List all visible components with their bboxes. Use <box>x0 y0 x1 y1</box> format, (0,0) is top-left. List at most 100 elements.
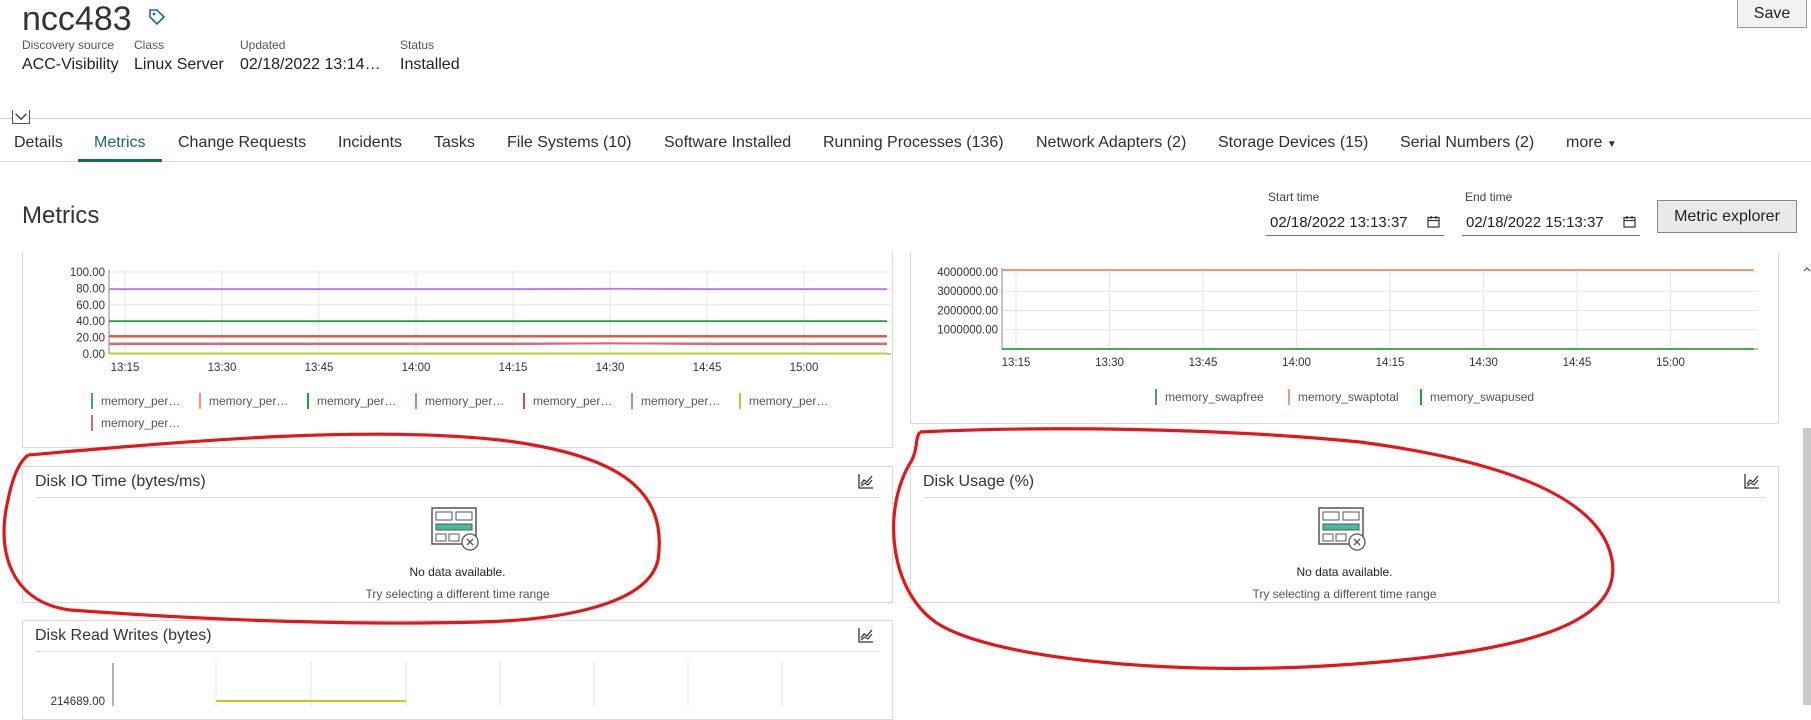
legend-item[interactable]: memory_swapused <box>1420 390 1534 404</box>
caret-down-icon: ▼ <box>1607 139 1617 150</box>
end-time-label: End time <box>1465 190 1512 204</box>
memory-swap-chart: 13:1513:3013:4514:0014:1514:3014:4515:00… <box>911 252 1780 377</box>
legend-swatch <box>523 393 525 409</box>
legend-swatch <box>1420 389 1422 405</box>
no-data-message: No data available. <box>23 565 892 579</box>
tab-change-requests[interactable]: Change Requests <box>178 134 306 152</box>
tab-storage-devices[interactable]: Storage Devices (15) <box>1218 134 1368 152</box>
x-tick-label: 14:45 <box>693 362 722 374</box>
end-time-input[interactable]: 02/18/2022 15:13:37 <box>1462 206 1640 236</box>
chart-type-icon[interactable] <box>858 627 874 643</box>
tag-icon[interactable] <box>148 8 166 26</box>
legend-item[interactable]: memory_per… <box>91 416 180 430</box>
tab-more[interactable]: more ▼ <box>1566 134 1617 152</box>
legend-item[interactable]: memory_per… <box>523 394 612 408</box>
card-title: Disk Usage (%) <box>923 473 1034 491</box>
save-button[interactable]: Save <box>1737 0 1807 28</box>
chart-type-icon[interactable] <box>858 473 874 489</box>
legend-label: memory_per… <box>425 394 504 408</box>
x-tick-label: 14:15 <box>499 362 528 374</box>
legend-swatch <box>631 393 633 409</box>
y-tick-label: 0.00 <box>83 349 105 361</box>
x-tick-label: 15:00 <box>1656 357 1685 369</box>
no-data-hint: Try selecting a different time range <box>911 587 1778 601</box>
calendar-icon[interactable] <box>1427 215 1440 228</box>
x-tick-label: 14:00 <box>402 362 431 374</box>
tab-serial-numbers[interactable]: Serial Numbers (2) <box>1400 134 1534 152</box>
card-title: Disk Read Writes (bytes) <box>35 627 212 645</box>
legend-item[interactable]: memory_per… <box>307 394 396 408</box>
y-tick-label: 2000000.00 <box>937 305 998 317</box>
tab-incidents[interactable]: Incidents <box>338 134 402 152</box>
tab-metrics[interactable]: Metrics <box>94 134 146 152</box>
status-value: Installed <box>400 56 460 74</box>
memory-swap-card: 13:1513:3013:4514:0014:1514:3014:4515:00… <box>910 252 1779 424</box>
calendar-icon[interactable] <box>1623 215 1636 228</box>
legend-item[interactable]: memory_swaptotal <box>1288 390 1399 404</box>
class-label: Class <box>134 38 164 52</box>
x-tick-label: 13:30 <box>208 362 237 374</box>
start-time-input[interactable]: 02/18/2022 13:13:37 <box>1266 206 1444 236</box>
legend-swatch <box>1288 389 1290 405</box>
scroll-thumb[interactable] <box>1803 428 1811 705</box>
legend-swatch <box>415 393 417 409</box>
tab-details[interactable]: Details <box>14 134 63 152</box>
tab-running-processes[interactable]: Running Processes (136) <box>823 134 1004 152</box>
y-tick-label: 100.00 <box>70 267 105 279</box>
card-divider <box>35 497 880 498</box>
metric-explorer-button[interactable]: Metric explorer <box>1657 200 1797 233</box>
disk-io-time-card: Disk IO Time (bytes/ms) No data availabl… <box>22 466 893 603</box>
x-tick-label: 14:30 <box>596 362 625 374</box>
legend-label: memory_per… <box>317 394 396 408</box>
header-divider <box>0 118 1811 119</box>
tab-network-adapters[interactable]: Network Adapters (2) <box>1036 134 1186 152</box>
legend-item[interactable]: memory_per… <box>631 394 720 408</box>
no-data-hint: Try selecting a different time range <box>23 587 892 601</box>
legend-swatch <box>91 415 93 431</box>
memory-percent-chart: 13:15 13:30 13:45 14:00 14:15 14:30 14:45 15:00… <box>23 252 894 377</box>
memory-percent-card: 13:15 13:30 13:45 14:00 14:15 14:30 14:45 15:00… <box>22 252 893 448</box>
legend-item[interactable]: memory_per… <box>91 394 180 408</box>
no-data-icon <box>431 507 479 551</box>
legend-item[interactable]: memory_per… <box>415 394 504 408</box>
x-tick-label: 13:45 <box>305 362 334 374</box>
x-tick-label: 14:45 <box>1563 357 1592 369</box>
y-tick-label: 20.00 <box>76 333 105 345</box>
active-tab-indicator <box>78 159 162 162</box>
legend-item[interactable]: memory_per… <box>199 394 288 408</box>
legend-swatch <box>91 393 93 409</box>
x-tick-label: 13:45 <box>1189 357 1218 369</box>
tab-file-systems[interactable]: File Systems (10) <box>507 134 631 152</box>
disk-read-writes-chart: 214689.00 <box>23 661 894 706</box>
x-tick-label: 14:30 <box>1469 357 1498 369</box>
legend-swatch <box>307 393 309 409</box>
legend-label: memory_per… <box>641 394 720 408</box>
metrics-heading: Metrics <box>22 202 99 230</box>
legend-label: memory_per… <box>101 394 180 408</box>
class-value: Linux Server <box>134 56 224 74</box>
legend-swatch <box>1155 389 1157 405</box>
y-tick-label: 1000000.00 <box>937 325 998 337</box>
scroll-up-arrow-icon[interactable] <box>1803 262 1811 272</box>
disk-usage-card: Disk Usage (%) No data available. Try se… <box>910 466 1779 603</box>
memory-swap-legend: memory_swapfree memory_swaptotal memory_sw… <box>1155 390 1755 410</box>
series-line-8 <box>109 343 887 344</box>
legend-item[interactable]: memory_per… <box>739 394 828 408</box>
tab-more-label: more <box>1566 134 1602 151</box>
x-tick-label: 13:15 <box>1002 357 1031 369</box>
chart-type-icon[interactable] <box>1744 473 1760 489</box>
start-time-value: 02/18/2022 13:13:37 <box>1270 214 1408 231</box>
legend-item[interactable]: memory_swapfree <box>1155 390 1264 404</box>
tab-software-installed[interactable]: Software Installed <box>664 134 791 152</box>
x-tick-label: 13:15 <box>111 362 140 374</box>
y-tick-label: 80.00 <box>76 283 105 295</box>
discovery-source-value: ACC-Visibility <box>22 56 119 74</box>
page-title: ncc483 <box>22 0 132 38</box>
tab-tasks[interactable]: Tasks <box>434 134 475 152</box>
y-tick-label: 40.00 <box>76 316 105 328</box>
status-label: Status <box>400 38 434 52</box>
y-tick-label: 4000000.00 <box>937 267 998 279</box>
x-tick-label: 14:15 <box>1376 357 1405 369</box>
legend-label: memory_swapfree <box>1165 390 1264 404</box>
x-tick-label: 15:00 <box>790 362 819 374</box>
